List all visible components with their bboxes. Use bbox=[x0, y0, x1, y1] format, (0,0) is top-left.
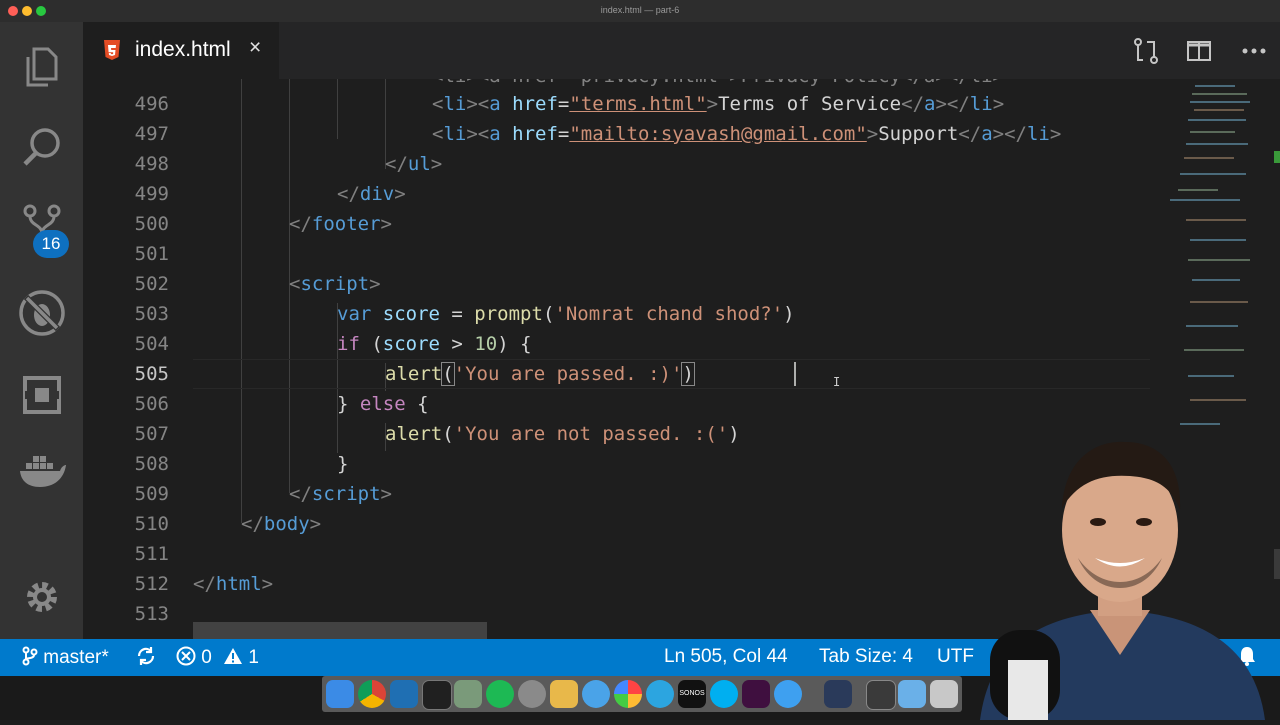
sequel-icon[interactable] bbox=[550, 680, 578, 708]
open-changes-icon[interactable] bbox=[1133, 38, 1159, 69]
problems-indicator[interactable]: 0 1 bbox=[176, 646, 259, 669]
tab-index-html[interactable]: index.html × bbox=[83, 22, 279, 79]
safari-icon[interactable] bbox=[582, 680, 610, 708]
git-branch-icon bbox=[22, 646, 38, 666]
error-icon bbox=[176, 646, 196, 666]
folder-icon[interactable] bbox=[898, 680, 926, 708]
line-number: 507 bbox=[134, 423, 169, 445]
dock-shelf: SONOS bbox=[322, 676, 962, 712]
tab-size[interactable]: Tab Size: 4 bbox=[819, 646, 913, 668]
trash-icon[interactable] bbox=[930, 680, 958, 708]
indent-guide bbox=[241, 79, 242, 523]
line-number: 501 bbox=[134, 243, 169, 265]
window-title: index.html — part-6 bbox=[600, 5, 680, 15]
mouse-ibeam-icon: I bbox=[833, 375, 841, 389]
settings-gear-icon[interactable] bbox=[0, 557, 83, 637]
line-number: 510 bbox=[134, 513, 169, 535]
split-editor-icon[interactable] bbox=[1186, 38, 1212, 69]
error-count: 0 bbox=[201, 647, 212, 668]
line-number: 503 bbox=[134, 303, 169, 325]
code-line-510: </body> bbox=[241, 513, 322, 535]
line-number: 506 bbox=[134, 393, 169, 415]
line-number: 502 bbox=[134, 273, 169, 295]
line-number: 500 bbox=[134, 213, 169, 235]
code-line-509: </script> bbox=[289, 483, 392, 505]
code-line-506: } else { bbox=[337, 393, 429, 415]
line-number: 496 bbox=[134, 93, 169, 115]
line-number: 498 bbox=[134, 153, 169, 175]
photos-icon[interactable] bbox=[614, 680, 642, 708]
slack-icon[interactable] bbox=[742, 680, 770, 708]
line-number: 513 bbox=[134, 603, 169, 625]
transmit-icon[interactable] bbox=[454, 680, 482, 708]
tab-close-button[interactable]: × bbox=[249, 36, 261, 60]
code-line-499: </div> bbox=[337, 183, 406, 205]
messages-icon[interactable] bbox=[774, 680, 802, 708]
extensions-icon[interactable] bbox=[0, 355, 83, 435]
warning-icon bbox=[224, 648, 243, 664]
warning-count: 1 bbox=[248, 647, 259, 668]
finder-icon[interactable] bbox=[326, 680, 354, 708]
line-number: 511 bbox=[134, 543, 169, 565]
code-line-505: alert('You are passed. :)') bbox=[385, 362, 695, 386]
spotify-icon[interactable] bbox=[486, 680, 514, 708]
code-line-500: </footer> bbox=[289, 213, 392, 235]
cursor-position[interactable]: Ln 505, Col 44 bbox=[664, 646, 788, 668]
title-bar: index.html — part-6 bbox=[0, 0, 1280, 23]
branch-name: master* bbox=[43, 647, 109, 668]
tab-bar: index.html × bbox=[83, 22, 1280, 79]
code-line-497: <li><a href="mailto:syavash@gmail.com">S… bbox=[432, 123, 1062, 145]
code-line-512: </html> bbox=[193, 573, 274, 595]
horizontal-scrollbar[interactable] bbox=[193, 622, 487, 639]
search-icon[interactable] bbox=[0, 107, 83, 187]
line-number-gutter: 496 497 498 499 500 501 502 503 504 505 … bbox=[83, 79, 169, 639]
html5-icon bbox=[103, 40, 121, 60]
more-actions-icon[interactable] bbox=[1241, 38, 1267, 69]
code-line-495-partial: <li><a href="privacy.html">Privacy Polic… bbox=[432, 79, 1004, 87]
code-line-508: } bbox=[337, 453, 349, 475]
line-number: 499 bbox=[134, 183, 169, 205]
vscode-icon[interactable] bbox=[390, 680, 418, 708]
explorer-icon[interactable] bbox=[0, 27, 83, 107]
code-line-507: alert('You are not passed. :(') bbox=[385, 423, 740, 445]
sublime-icon[interactable] bbox=[866, 680, 896, 710]
line-number: 504 bbox=[134, 333, 169, 355]
indent-guide bbox=[337, 79, 338, 139]
source-control-badge: 16 bbox=[33, 230, 69, 258]
tab-label: index.html bbox=[135, 38, 231, 61]
code-line-503: var score = prompt('Nomrat chand shod?') bbox=[337, 303, 795, 325]
docker-icon[interactable] bbox=[0, 433, 83, 513]
line-number: 497 bbox=[134, 123, 169, 145]
line-number-active: 505 bbox=[134, 363, 169, 385]
line-number: 509 bbox=[134, 483, 169, 505]
tweetdeck-icon[interactable] bbox=[824, 680, 852, 708]
code-line-502: <script> bbox=[289, 273, 381, 295]
code-line-498: </ul> bbox=[385, 153, 443, 175]
sync-icon[interactable] bbox=[136, 646, 156, 669]
text-cursor bbox=[794, 362, 796, 386]
telegram-icon[interactable] bbox=[646, 680, 674, 708]
system-preferences-icon[interactable] bbox=[518, 680, 546, 708]
activity-bar: 16 bbox=[0, 22, 83, 639]
terminal-icon[interactable] bbox=[422, 680, 452, 710]
line-number: 512 bbox=[134, 573, 169, 595]
code-line-496: <li><a href="terms.html">Terms of Servic… bbox=[432, 93, 1005, 115]
debug-icon[interactable] bbox=[0, 273, 83, 353]
line-number: 508 bbox=[134, 453, 169, 475]
webcam-overlay bbox=[960, 430, 1280, 720]
minimap-git-marker bbox=[1274, 151, 1280, 163]
skype-icon[interactable] bbox=[710, 680, 738, 708]
code-line-504: if (score > 10) { bbox=[337, 333, 532, 355]
chrome-icon[interactable] bbox=[358, 680, 386, 708]
sonos-icon[interactable]: SONOS bbox=[678, 680, 706, 708]
branch-indicator[interactable]: master* bbox=[22, 646, 109, 669]
